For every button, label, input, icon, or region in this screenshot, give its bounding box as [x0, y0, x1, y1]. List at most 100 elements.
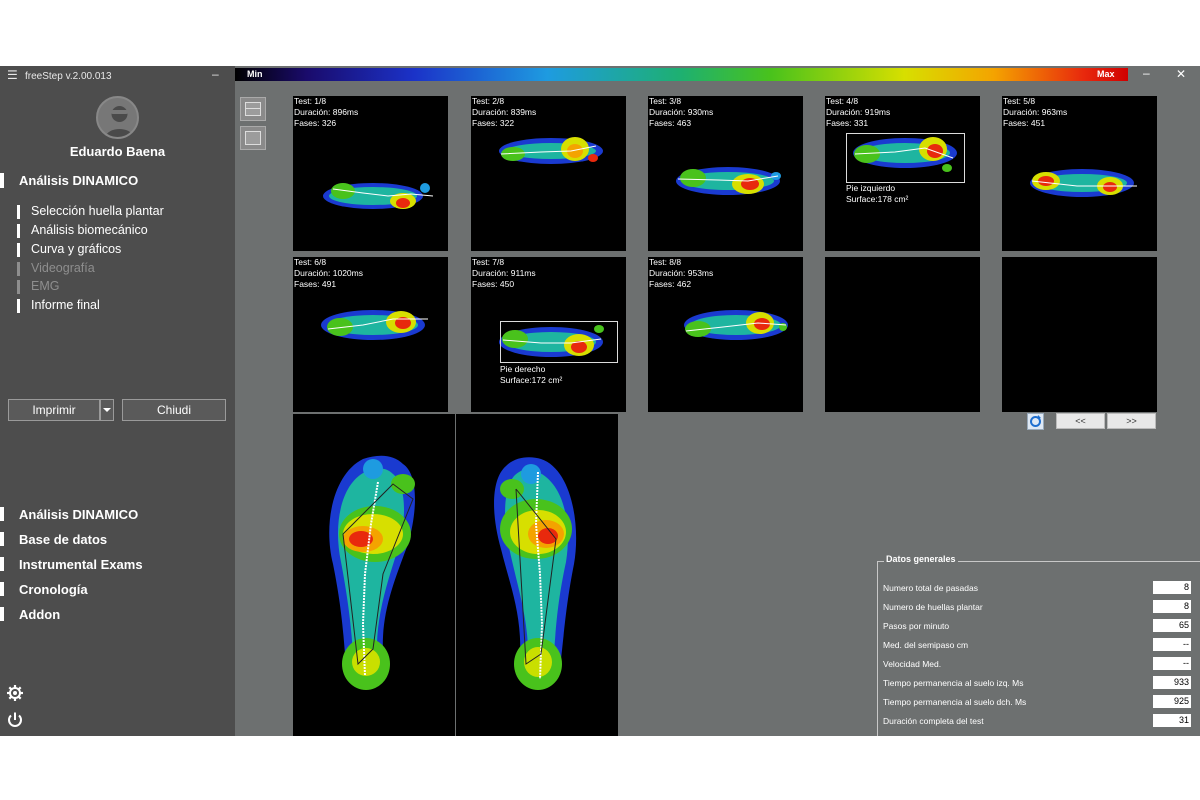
sidebar-header: ☰ freeStep v.2.00.013 –	[0, 66, 235, 86]
data-label: Tiempo permanencia al suelo dch. Ms	[883, 697, 1027, 707]
nav-addon[interactable]: Addon	[19, 607, 60, 622]
close-button[interactable]: Chiudi	[122, 399, 226, 421]
scale-max-label: Max	[1097, 69, 1115, 79]
data-row: Med. del semipaso cm --	[883, 638, 1191, 652]
test-tile-7[interactable]: Pie derecho Surface:172 cm² Test: 7/8 Du…	[471, 257, 626, 412]
scale-min-label: Min	[247, 69, 263, 79]
item-indicator	[17, 224, 20, 238]
data-value: 31	[1153, 714, 1191, 727]
menu-item-seleccion-huella[interactable]: Selección huella plantar	[31, 204, 164, 218]
nav-cronologia[interactable]: Cronología	[19, 582, 88, 597]
power-icon[interactable]	[6, 711, 24, 729]
test-duration: Duración: 1020ms	[294, 268, 363, 278]
test-tile-6[interactable]: Test: 6/8 Duración: 1020ms Fases: 491	[293, 257, 448, 412]
nav-indicator	[0, 532, 4, 546]
window-minimize-button[interactable]: –	[1143, 66, 1150, 80]
test-info: Test: 5/8 Duración: 963ms Fases: 451	[1002, 96, 1067, 129]
hamburger-icon[interactable]: ☰	[7, 69, 18, 81]
print-button[interactable]: Imprimir	[8, 399, 100, 421]
left-foot-detail[interactable]	[293, 414, 455, 736]
test-duration: Duración: 930ms	[649, 107, 714, 117]
view-layout-single-button[interactable]	[240, 126, 266, 150]
data-value: --	[1153, 657, 1191, 670]
test-tile-4[interactable]: Pie izquierdo Surface:178 cm² Test: 4/8 …	[825, 96, 980, 251]
selection-info: Pie derecho Surface:172 cm²	[500, 364, 562, 386]
item-indicator	[17, 280, 20, 294]
test-number: Test: 5/8	[1003, 96, 1036, 106]
test-tile-5[interactable]: Test: 5/8 Duración: 963ms Fases: 451	[1002, 96, 1157, 251]
test-number: Test: 6/8	[294, 257, 327, 267]
menu-item-analisis-biomecanico[interactable]: Análisis biomecánico	[31, 223, 148, 237]
left-foot-heatmap	[329, 455, 415, 690]
test-tile-1[interactable]: Test: 1/8 Duración: 896ms Fases: 326	[293, 96, 448, 251]
active-section-indicator	[0, 173, 4, 188]
nav-analisis-dinamico[interactable]: Análisis DINAMICO	[19, 507, 138, 522]
data-row: Numero total de pasadas 8	[883, 581, 1191, 595]
test-number: Test: 3/8	[649, 96, 682, 106]
panel-title: Datos generales	[884, 554, 958, 564]
test-number: Test: 4/8	[826, 96, 859, 106]
next-page-button[interactable]: >>	[1107, 413, 1156, 429]
test-info: Test: 4/8 Duración: 919ms Fases: 331	[825, 96, 890, 129]
test-number: Test: 7/8	[472, 257, 505, 267]
data-row: Tiempo permanencia al suelo izq. Ms 933	[883, 676, 1191, 690]
data-label: Numero total de pasadas	[883, 583, 978, 593]
foot-selection-box[interactable]	[846, 133, 965, 183]
test-duration: Duración: 919ms	[826, 107, 891, 117]
nav-instrumental-exams[interactable]: Instrumental Exams	[19, 557, 143, 572]
menu-item-curva-graficos[interactable]: Curva y gráficos	[31, 242, 121, 256]
data-value: --	[1153, 638, 1191, 651]
data-row: Tiempo permanencia al suelo dch. Ms 925	[883, 695, 1191, 709]
sidebar-minimize-button[interactable]: –	[212, 67, 219, 81]
data-value: 8	[1153, 581, 1191, 594]
data-row: Numero de huellas plantar 8	[883, 600, 1191, 614]
test-number: Test: 1/8	[294, 96, 327, 106]
refresh-button[interactable]	[1027, 413, 1044, 430]
test-phases: Fases: 322	[472, 118, 515, 128]
user-avatar-icon	[96, 96, 139, 139]
test-tile-8[interactable]: Test: 8/8 Duración: 953ms Fases: 462	[648, 257, 803, 412]
foot-selection-box[interactable]	[500, 321, 618, 363]
app-title: freeStep v.2.00.013	[25, 71, 112, 82]
test-number: Test: 2/8	[472, 96, 505, 106]
test-tile-2[interactable]: Test: 2/8 Duración: 839ms Fases: 322	[471, 96, 626, 251]
nav-indicator	[0, 607, 4, 621]
test-phases: Fases: 491	[294, 279, 337, 289]
test-duration: Duración: 953ms	[649, 268, 714, 278]
data-row: Duración completa del test 31	[883, 714, 1191, 728]
refresh-icon	[1030, 415, 1041, 427]
foot-side-label: Pie derecho	[500, 364, 546, 374]
section-title-analisis[interactable]: Análisis DINAMICO	[19, 173, 138, 188]
view-layout-split-button[interactable]	[240, 97, 266, 121]
data-label: Duración completa del test	[883, 716, 984, 726]
empty-tile	[1002, 257, 1157, 412]
right-foot-detail[interactable]	[456, 414, 618, 736]
chevron-down-icon	[103, 408, 111, 412]
test-tile-3[interactable]: Test: 3/8 Duración: 930ms Fases: 463	[648, 96, 803, 251]
test-number: Test: 8/8	[649, 257, 682, 267]
window-close-button[interactable]: ✕	[1176, 67, 1186, 81]
nav-indicator	[0, 557, 4, 571]
test-duration: Duración: 839ms	[472, 107, 537, 117]
test-phases: Fases: 451	[1003, 118, 1046, 128]
data-value: 925	[1153, 695, 1191, 708]
foot-surface-label: Surface:172 cm²	[500, 375, 563, 385]
nav-base-de-datos[interactable]: Base de datos	[19, 532, 107, 547]
test-info: Test: 1/8 Duración: 896ms Fases: 326	[293, 96, 358, 129]
menu-item-informe-final[interactable]: Informe final	[31, 298, 100, 312]
print-dropdown-button[interactable]	[100, 399, 114, 421]
previous-page-button[interactable]: <<	[1056, 413, 1105, 429]
foot-side-label: Pie izquierdo	[846, 183, 896, 193]
test-phases: Fases: 331	[826, 118, 869, 128]
test-duration: Duración: 896ms	[294, 107, 359, 117]
layout-split-icon	[245, 102, 261, 116]
gear-icon[interactable]	[6, 684, 24, 702]
test-phases: Fases: 326	[294, 118, 337, 128]
selection-info: Pie izquierdo Surface:178 cm²	[846, 183, 908, 205]
user-name: Eduardo Baena	[69, 144, 166, 159]
data-value: 65	[1153, 619, 1191, 632]
data-row: Pasos por minuto 65	[883, 619, 1191, 633]
layout-single-icon	[245, 131, 261, 145]
item-indicator	[17, 243, 20, 257]
data-label: Tiempo permanencia al suelo izq. Ms	[883, 678, 1024, 688]
